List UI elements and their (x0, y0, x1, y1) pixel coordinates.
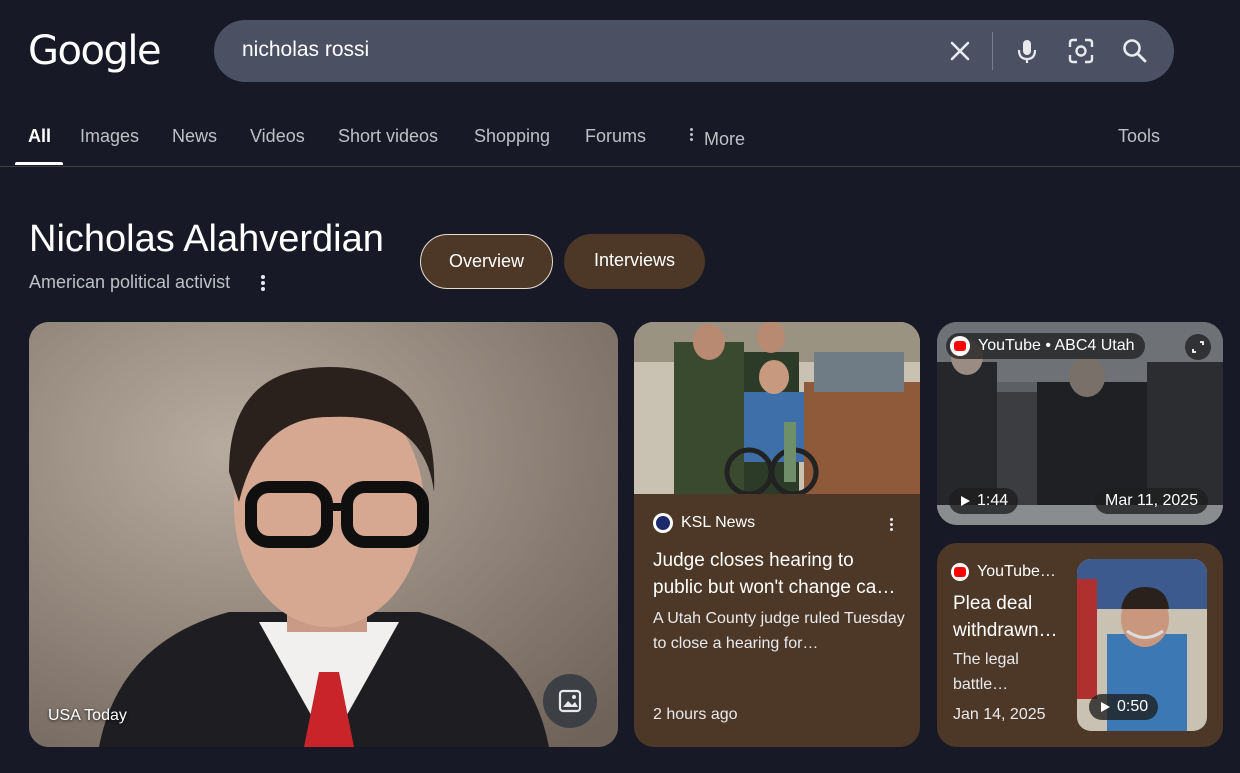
lens-icon[interactable] (1066, 36, 1096, 66)
video2-source: YouTube… (951, 563, 1075, 581)
ksl-logo-icon (653, 513, 673, 533)
video2-duration: 0:50 (1089, 694, 1159, 720)
youtube-icon (951, 563, 969, 581)
tools-button[interactable]: Tools (1118, 126, 1160, 147)
main-portrait-image[interactable]: USA Today (29, 322, 618, 747)
portrait-photo (29, 322, 618, 747)
image-icon (558, 689, 582, 713)
video2-title[interactable]: Plea deal withdrawn… (953, 590, 1075, 644)
video2-date: Jan 14, 2025 (953, 706, 1046, 723)
video2-source-name: YouTube… (977, 563, 1056, 580)
entity-more-options-icon[interactable] (258, 274, 268, 292)
video2-thumbnail[interactable]: 0:50 (1077, 559, 1207, 731)
active-tab-indicator (15, 162, 63, 165)
google-logo[interactable]: Google (28, 28, 162, 74)
courtroom-photo (634, 322, 920, 494)
news-timestamp: 2 hours ago (653, 706, 738, 723)
tab-short-videos[interactable]: Short videos (338, 126, 438, 147)
play-icon (961, 496, 970, 506)
video-card-abc4[interactable]: YouTube • ABC4 Utah 1:44 Mar 11, 2025 (937, 322, 1223, 525)
search-tabs: All Images News Videos Short videos Shop… (0, 110, 1240, 167)
mic-icon[interactable] (1012, 36, 1042, 66)
more-vert-icon (690, 126, 694, 143)
video-date: Mar 11, 2025 (1095, 488, 1209, 514)
video-source: YouTube • ABC4 Utah (978, 337, 1135, 354)
news-source-name: KSL News (681, 514, 756, 531)
news-more-options-icon[interactable] (886, 517, 896, 533)
tab-forums[interactable]: Forums (585, 126, 646, 147)
chip-overview[interactable]: Overview (420, 234, 553, 289)
tab-shopping[interactable]: Shopping (474, 126, 550, 147)
search-divider (992, 32, 993, 70)
search-box[interactable]: nicholas rossi (214, 20, 1174, 82)
news-thumbnail (634, 322, 920, 494)
news-headline[interactable]: Judge closes hearing to public but won't… (653, 547, 905, 601)
tab-more-label: More (704, 129, 746, 149)
clear-icon[interactable] (945, 36, 975, 66)
expand-icon[interactable] (1185, 334, 1211, 360)
play-icon (1101, 702, 1110, 712)
tab-news[interactable]: News (172, 126, 217, 147)
video-card-plea-deal[interactable]: YouTube… Plea deal withdrawn… The legal … (937, 543, 1223, 747)
news-card-ksl[interactable]: KSL News Judge closes hearing to public … (634, 322, 920, 747)
entity-title: Nicholas Alahverdian (29, 218, 384, 260)
search-icon[interactable] (1120, 36, 1150, 66)
chip-interviews[interactable]: Interviews (564, 234, 705, 289)
news-source[interactable]: KSL News (653, 513, 755, 533)
tab-all[interactable]: All (28, 126, 51, 147)
view-images-button[interactable] (543, 674, 597, 728)
video-source-pill: YouTube • ABC4 Utah (946, 333, 1145, 359)
video-duration: 1:44 (949, 488, 1019, 514)
tab-more[interactable]: More (690, 126, 745, 150)
video2-snippet: The legal battle… (953, 651, 1019, 693)
news-snippet: A Utah County judge ruled Tuesday to clo… (653, 610, 905, 652)
search-input[interactable]: nicholas rossi (242, 38, 369, 62)
image-source-caption: USA Today (48, 707, 127, 724)
youtube-icon (950, 336, 970, 356)
tab-images[interactable]: Images (80, 126, 139, 147)
entity-subtitle: American political activist (29, 272, 231, 292)
video-duration-text: 1:44 (977, 492, 1009, 509)
tab-videos[interactable]: Videos (250, 126, 305, 147)
video2-duration-text: 0:50 (1117, 698, 1149, 715)
